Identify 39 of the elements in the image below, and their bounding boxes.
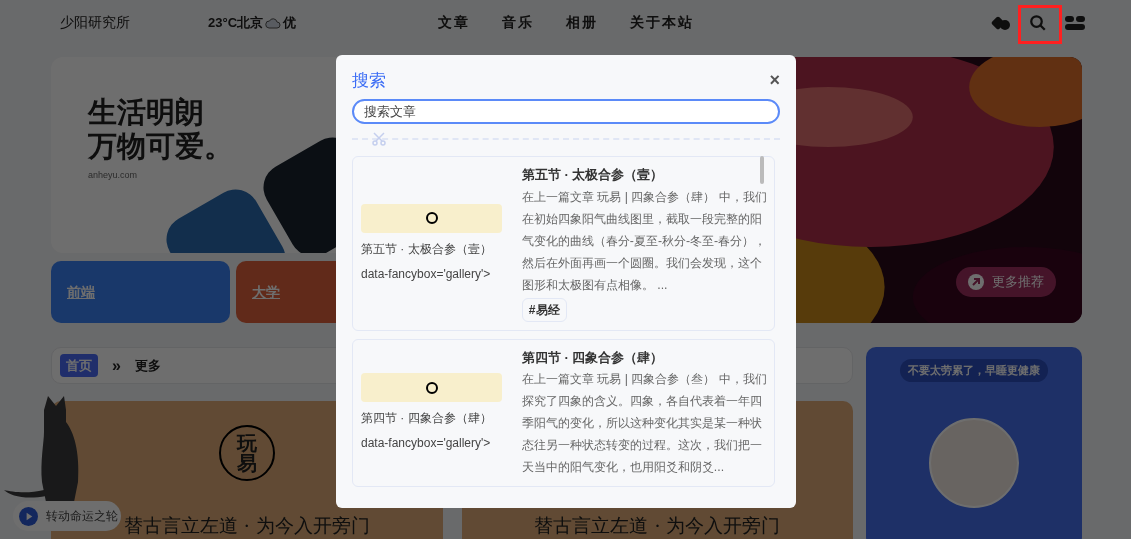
music-pill[interactable]: 转动命运之轮: [13, 501, 121, 531]
cloud-icon: [265, 16, 282, 29]
scrollbar-thumb[interactable]: [760, 156, 764, 184]
tip-pill: 不要太劳累了，早睡更健康: [900, 359, 1049, 382]
arrow-up-right-icon: [968, 274, 984, 290]
nav-link[interactable]: 文章: [438, 12, 470, 33]
result-title: 第五节 · 太极合参（壹）: [521, 166, 664, 184]
category-tile[interactable]: 前端: [51, 261, 230, 323]
result-excerpt: 在上一篇文章 玩易 | 四象合参（叁） 中，我们探究了四象的含义。四象，各自代表着一年四季阳气的变化，所以这种变化其实是某一种状态往另一种状态转变的过程。这次，我们把一天当中的阳气变化，也用阳爻和阴爻...: [521, 371, 768, 476]
site-title[interactable]: 少阳研究所: [60, 12, 208, 33]
scissors-icon: [372, 132, 386, 146]
more-button[interactable]: 更多推荐: [956, 267, 1056, 297]
nav-link[interactable]: 关于本站: [630, 12, 694, 33]
search-icon[interactable]: [1029, 13, 1047, 32]
air-quality: 优: [283, 13, 297, 32]
tag[interactable]: #易经: [521, 297, 567, 322]
result-title: 第四节 · 四象合参（肆）: [521, 348, 664, 367]
article-title: 替古言立左道 · 为今入开旁门: [534, 513, 781, 538]
close-button[interactable]: ×: [769, 67, 780, 94]
home-link[interactable]: 首页: [60, 353, 98, 378]
hero-domain: anheyu.com: [88, 169, 138, 182]
hero-headline: 万物可爱。: [88, 129, 233, 163]
breadcrumb-current: 更多: [134, 356, 161, 375]
result-excerpt: 在上一篇文章 玩易 | 四象合参（肆） 中，我们在初始四象阳气曲线图里，截取一段完整的阳气变化的曲线（春分-夏至-秋分-冬至-春分），然后在外面再画一个圆圈。我们会发现，这个图形和太极图有点相像。 ...: [521, 188, 768, 294]
dialog-title: 搜索: [352, 69, 386, 92]
article-title: 替古言立左道 · 为今入开旁门: [123, 513, 370, 538]
shapes-icon[interactable]: [991, 14, 1011, 31]
nav-link[interactable]: 相册: [566, 12, 598, 33]
weather-reading: 23°C北京: [208, 13, 264, 32]
chevrons-text: »: [112, 355, 121, 376]
nav-link[interactable]: 音乐: [502, 12, 534, 33]
layout-icon[interactable]: [1065, 14, 1085, 31]
result-card[interactable]: 第四节 · 四象合参（肆） data-fancybox='gallery'> 第四节 · 四象合参（肆） 在上一篇文章 玩易 | 四象合参（叁） 中，我们探究了四象的含义。四象，各自代表着一年四季阳气的变化，所以这种变化其实是某一种状态往另一种状态转变的过程。这次，我们把一天当中的阳气变化，也用阳爻和阴爻...: [352, 338, 775, 487]
seal-logo: 玩 易: [218, 425, 275, 481]
thumbnail-caption: 第五节 · 太极合参（壹）: [361, 240, 493, 258]
play-icon: [19, 506, 38, 526]
result-card[interactable]: 第五节 · 太极合参（壹） data-fancybox='gallery'> 第五节 · 太极合参（壹） 在上一篇文章 玩易 | 四象合参（肆） 中，我们在初始四象阳气曲线图里，截取一段完整的阳气变化的曲线（春分-夏至-秋分-冬至-春分），然后在外面再画一个圆圈。我们会发现，这个图形和太极图有点相像。 ... #易经: [352, 156, 775, 331]
search-field[interactable]: 搜索文章: [352, 99, 780, 124]
hero-headline: 生活明朗: [88, 95, 204, 129]
